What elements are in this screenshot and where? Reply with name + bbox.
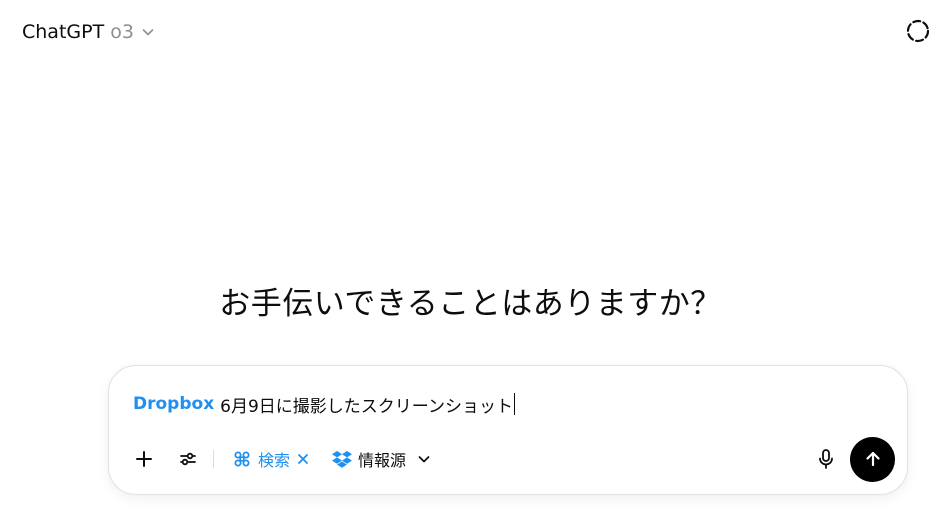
arrow-up-icon — [863, 449, 883, 469]
plus-icon — [134, 449, 154, 469]
chat-page: ChatGPT o3 お手伝いできることはありますか？ Dropbox 6月9日… — [0, 0, 941, 517]
model-version: o3 — [110, 21, 134, 43]
chevron-down-icon — [140, 24, 156, 40]
sources-dropdown[interactable]: 情報源 — [324, 442, 440, 476]
microphone-icon — [816, 448, 836, 470]
add-button[interactable] — [127, 442, 161, 476]
chevron-down-icon — [416, 451, 432, 467]
page-title: お手伝いできることはありますか？ — [219, 286, 722, 322]
model-name: ChatGPT — [22, 21, 105, 43]
composer-toolbar: 検索 情報源 — [127, 436, 895, 482]
connector-tag: Dropbox — [133, 394, 215, 414]
model-switcher[interactable]: ChatGPT o3 — [14, 16, 164, 48]
sliders-icon — [178, 449, 198, 469]
composer: Dropbox 6月9日に撮影したスクリーンショット 検索 情報源 — [108, 365, 908, 495]
search-pill[interactable]: 検索 — [224, 442, 318, 476]
search-label: 検索 — [258, 451, 291, 470]
dashed-circle-icon — [905, 18, 931, 44]
send-button[interactable] — [850, 436, 895, 482]
dictate-button[interactable] — [808, 441, 844, 477]
text-caret — [513, 393, 515, 415]
top-bar: ChatGPT o3 — [0, 0, 941, 64]
sources-label: 情報源 — [358, 451, 407, 470]
prompt-text: 6月9日に撮影したスクリーンショット — [220, 396, 513, 417]
close-icon[interactable] — [296, 452, 310, 466]
temporary-chat-button[interactable] — [901, 14, 935, 48]
dropbox-icon — [332, 450, 353, 468]
tools-button[interactable] — [171, 442, 205, 476]
command-icon — [232, 449, 252, 469]
prompt-input[interactable]: Dropbox 6月9日に撮影したスクリーンショット — [133, 390, 883, 418]
toolbar-divider — [213, 450, 214, 468]
